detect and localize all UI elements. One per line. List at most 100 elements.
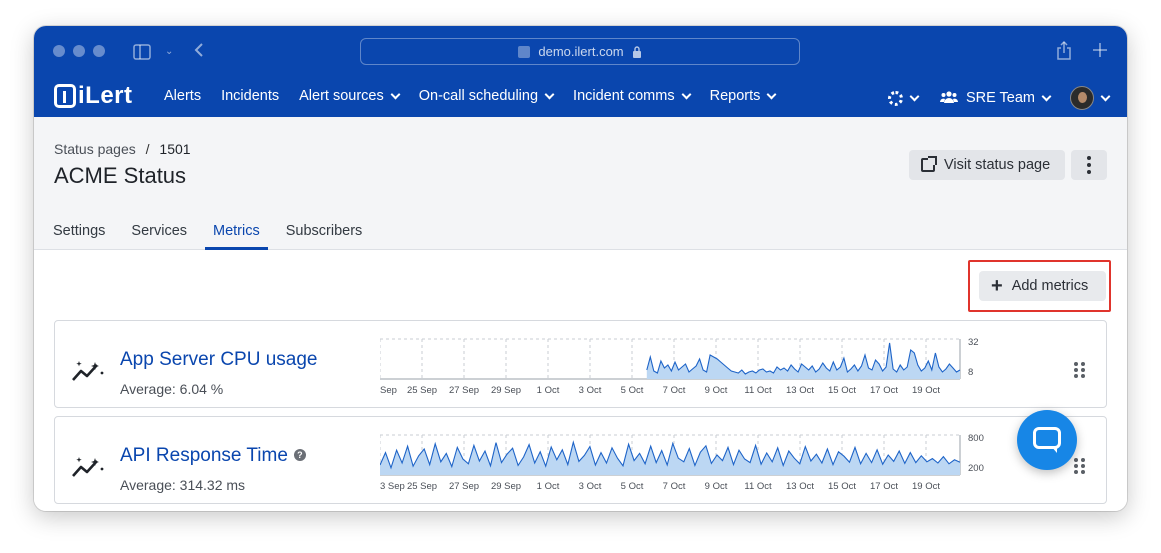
chart-x-tick-label: 5 Oct — [621, 385, 644, 396]
nav-link-alert-sources[interactable]: Alert sources — [299, 88, 401, 104]
chevron-down-icon — [681, 89, 692, 99]
more-options-button[interactable] — [1071, 150, 1107, 180]
chart-x-tick-label: 29 Sep — [491, 385, 521, 396]
metric-card[interactable]: API Response Time? Average: 314.32 ms 800 2… — [54, 416, 1107, 504]
chart-x-tick-label: 29 Sep — [491, 481, 521, 492]
drag-dot — [1074, 362, 1078, 366]
new-tab-icon[interactable] — [1092, 42, 1108, 62]
more-dot — [1087, 156, 1091, 160]
share-icon[interactable] — [1056, 40, 1072, 64]
main-navigation: iLert Alerts Incidents Alert sources On-cal… — [34, 80, 1127, 114]
metric-title-text: App Server CPU usage — [120, 349, 318, 370]
more-dot — [1087, 163, 1091, 167]
chevron-down-icon[interactable]: ⌄ — [165, 44, 173, 60]
nav-link-incident-comms[interactable]: Incident comms — [573, 88, 692, 104]
logo-text: iLert — [78, 82, 133, 109]
chart-x-tick-label: 11 Oct — [744, 385, 772, 396]
drag-dot — [1081, 458, 1085, 462]
chart-x-tick-label: 13 Oct — [786, 385, 814, 396]
url-text: demo.ilert.com — [538, 44, 624, 59]
drag-dot — [1081, 464, 1085, 468]
gear-icon[interactable] — [887, 90, 903, 106]
team-icon — [939, 90, 958, 106]
chart-x-tick-label: 17 Oct — [870, 481, 898, 492]
chevron-down-icon — [544, 89, 555, 99]
tab-subscribers[interactable]: Subscribers — [286, 223, 363, 250]
add-metrics-highlight: + Add metrics — [968, 260, 1111, 312]
chart-x-tick-label: 19 Oct — [912, 385, 940, 396]
nav-link-label: Incidents — [221, 88, 280, 104]
drag-dot — [1081, 362, 1085, 366]
metric-average: Average: 6.04 % — [120, 381, 224, 397]
address-bar[interactable]: demo.ilert.com — [360, 38, 800, 65]
metrics-content: + Add metrics App Server CPU usage Averag… — [34, 250, 1127, 511]
breadcrumb-current: 1501 — [159, 141, 191, 157]
visit-status-page-button[interactable]: Visit status page — [909, 150, 1065, 180]
chart-x-tick-label: 27 Sep — [449, 385, 479, 396]
chart-x-tick-label: 3 Sep — [380, 481, 405, 492]
tab-metrics[interactable]: Metrics — [205, 223, 268, 250]
nav-right: SRE Team — [887, 86, 1111, 110]
metric-title[interactable]: App Server CPU usage — [120, 349, 318, 371]
chevron-down-icon[interactable] — [1100, 91, 1111, 101]
chart-x-tick-label: 25 Sep — [407, 385, 437, 396]
nav-link-label: On-call scheduling — [418, 88, 539, 104]
chart-x-tick-label: 9 Oct — [705, 385, 728, 396]
metrics-trend-icon — [72, 361, 104, 381]
chart-y-tick-label: 32 — [968, 337, 979, 348]
help-icon[interactable]: ? — [293, 449, 306, 461]
chart-y-tick-label: 800 — [968, 433, 984, 444]
chart-x-tick-label: 1 Oct — [537, 481, 560, 492]
metric-chart: 32 8 Sep 25 Sep 27 Sep 29 Sep 1 Oct 3 Oct 5 Oct 7… — [379, 331, 1000, 403]
chart-x-tick-label: 19 Oct — [912, 481, 940, 492]
chart-x-tick-label: 3 Oct — [579, 385, 602, 396]
chart-x-tick-label: 9 Oct — [705, 481, 728, 492]
chart-svg: 32 8 Sep 25 Sep 27 Sep 29 Sep 1 Oct 3 Oct 5 Oct 7… — [379, 337, 979, 396]
metric-chart: 800 200 3 Sep 25 Sep 27 Sep 29 Sep 1 Oct 3 Oct 5… — [379, 427, 1000, 499]
sidebar-toggle-icon[interactable] — [133, 44, 151, 64]
drag-dot — [1074, 368, 1078, 372]
chart-x-tick-label: Sep — [380, 385, 397, 396]
chat-widget-button[interactable] — [1017, 410, 1077, 470]
back-arrow-icon[interactable] — [194, 42, 204, 62]
chevron-down-icon — [766, 89, 777, 99]
metric-title[interactable]: API Response Time? — [120, 445, 306, 467]
drag-dot — [1074, 458, 1078, 462]
metric-card[interactable]: App Server CPU usage Average: 6.04 % 32 8 Se… — [54, 320, 1107, 408]
close-window-button[interactable] — [53, 45, 65, 57]
tab-bar: Settings Services Metrics Subscribers — [53, 223, 388, 250]
chart-y-tick-label: 8 — [968, 367, 973, 378]
chart-x-tick-label: 15 Oct — [828, 385, 856, 396]
drag-handle-icon[interactable] — [1074, 458, 1086, 474]
page-title: ACME Status — [54, 163, 187, 188]
chart-y-tick-label: 200 — [968, 463, 984, 474]
maximize-window-button[interactable] — [93, 45, 105, 57]
breadcrumb-status-pages[interactable]: Status pages — [54, 141, 136, 157]
logo-mark-icon — [54, 84, 76, 108]
tab-services[interactable]: Services — [131, 223, 187, 250]
chart-svg: 800 200 3 Sep 25 Sep 27 Sep 29 Sep 1 Oct 3 Oct 5… — [379, 433, 984, 492]
chart-x-tick-label: 3 Oct — [579, 481, 602, 492]
nav-link-reports[interactable]: Reports — [710, 88, 777, 104]
chevron-down-icon[interactable] — [1041, 91, 1052, 101]
user-avatar[interactable] — [1070, 86, 1094, 110]
nav-link-label: Alerts — [164, 88, 202, 104]
nav-link-label: Alert sources — [299, 88, 384, 104]
ilert-logo[interactable]: iLert — [54, 82, 133, 110]
page-header: Status pages / 1501 ACME Status Visit st… — [34, 117, 1127, 250]
nav-link-label: Incident comms — [573, 88, 675, 104]
metric-average: Average: 314.32 ms — [120, 477, 246, 493]
chevron-down-icon[interactable] — [909, 91, 920, 101]
drag-handle-icon[interactable] — [1074, 362, 1086, 378]
minimize-window-button[interactable] — [73, 45, 85, 57]
chevron-down-icon — [390, 89, 401, 99]
add-metrics-button[interactable]: + Add metrics — [979, 271, 1106, 301]
team-selector[interactable]: SRE Team — [966, 90, 1035, 106]
tab-settings[interactable]: Settings — [53, 223, 105, 250]
breadcrumb: Status pages / 1501 — [54, 141, 191, 157]
drag-dot — [1074, 470, 1078, 474]
nav-link-on-call-scheduling[interactable]: On-call scheduling — [418, 88, 555, 104]
nav-link-alerts[interactable]: Alerts — [164, 88, 201, 104]
metric-title-text: API Response Time — [120, 445, 288, 466]
nav-link-incidents[interactable]: Incidents — [221, 88, 279, 104]
